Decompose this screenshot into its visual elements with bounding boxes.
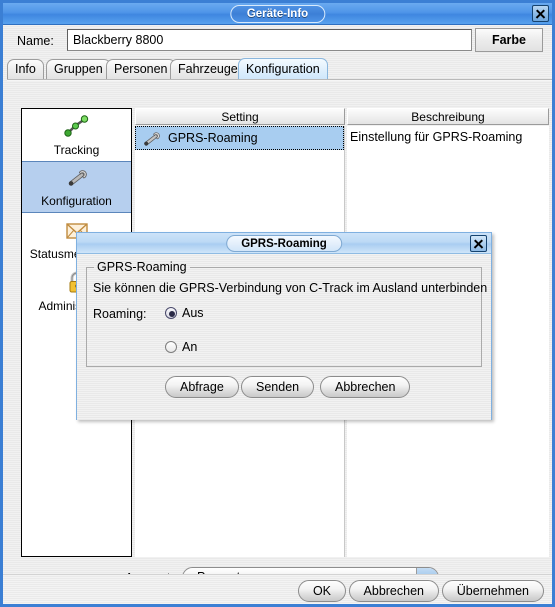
gprs-roaming-dialog: GPRS-Roaming GPRS-Roaming Sie können die… — [76, 232, 492, 420]
sidebar-item-label: Konfiguration — [41, 194, 112, 208]
sidebar-item-tracking[interactable]: Tracking — [22, 109, 131, 161]
name-label: Name: — [17, 34, 54, 48]
tab-gruppen[interactable]: Gruppen — [46, 59, 111, 79]
tab-konfiguration[interactable]: Konfiguration — [238, 58, 328, 79]
radio-label: An — [182, 340, 198, 354]
close-icon[interactable] — [532, 5, 549, 22]
table-cell-beschreibung: Einstellung für GPRS-Roaming — [347, 126, 549, 150]
roaming-groupbox: GPRS-Roaming Sie können die GPRS-Verbind… — [86, 260, 487, 367]
dialog-cancel-button[interactable]: Abbrechen — [320, 376, 411, 398]
window-titlebar: Geräte-Info — [3, 3, 552, 25]
dialog-button-row: Abfrage Senden Abbrechen — [77, 376, 491, 402]
sidebar-item-konfiguration[interactable]: Konfiguration — [22, 161, 131, 213]
close-icon[interactable] — [470, 235, 487, 252]
tab-bar: Info Gruppen Personen Fahrzeuge Konfigur… — [7, 58, 552, 79]
table-cell-setting: GPRS-Roaming — [168, 131, 258, 145]
sidebar-item-label: Tracking — [53, 143, 100, 157]
window-body: Name: Farbe Info Gruppen Personen Fahrze… — [3, 25, 552, 604]
column-header-setting[interactable]: Setting — [135, 108, 345, 125]
dialog-titlebar: GPRS-Roaming — [77, 233, 491, 254]
wrench-icon — [63, 166, 91, 192]
radio-label: Aus — [182, 306, 204, 320]
apply-button[interactable]: Übernehmen — [441, 580, 544, 602]
dialog-title: GPRS-Roaming — [226, 235, 342, 252]
radio-indicator-icon — [165, 341, 177, 353]
groupbox-legend: GPRS-Roaming — [94, 260, 190, 274]
radio-roaming-aus[interactable]: Aus — [165, 306, 204, 320]
radio-indicator-icon — [165, 307, 177, 319]
wrench-icon — [140, 130, 164, 151]
tab-personen[interactable]: Personen — [106, 59, 176, 79]
dialog-body: GPRS-Roaming Sie können die GPRS-Verbind… — [77, 254, 491, 420]
radio-roaming-an[interactable]: An — [165, 340, 197, 354]
query-button[interactable]: Abfrage — [165, 376, 239, 398]
cancel-button[interactable]: Abbrechen — [348, 580, 439, 602]
table-row[interactable]: GPRS-Roaming — [135, 126, 344, 150]
color-button[interactable]: Farbe — [475, 28, 543, 52]
dialog-description: Sie können die GPRS-Verbindung von C-Tra… — [93, 281, 488, 295]
tracking-route-icon — [63, 113, 91, 139]
footer-button-bar: OK Abbrechen Übernehmen — [3, 574, 552, 604]
send-button[interactable]: Senden — [241, 376, 315, 398]
table-header-row: Setting Beschreibung — [135, 108, 549, 125]
ok-button[interactable]: OK — [297, 580, 346, 602]
window-title: Geräte-Info — [229, 5, 326, 23]
column-header-beschreibung[interactable]: Beschreibung — [347, 108, 549, 125]
device-info-window: Geräte-Info Name: Farbe Info Gruppen Per… — [0, 0, 555, 607]
tab-fahrzeuge[interactable]: Fahrzeuge — [170, 59, 246, 79]
name-input[interactable] — [67, 29, 472, 51]
tab-info[interactable]: Info — [7, 59, 44, 79]
roaming-label: Roaming: — [93, 307, 147, 321]
name-row: Name: Farbe — [3, 25, 552, 57]
